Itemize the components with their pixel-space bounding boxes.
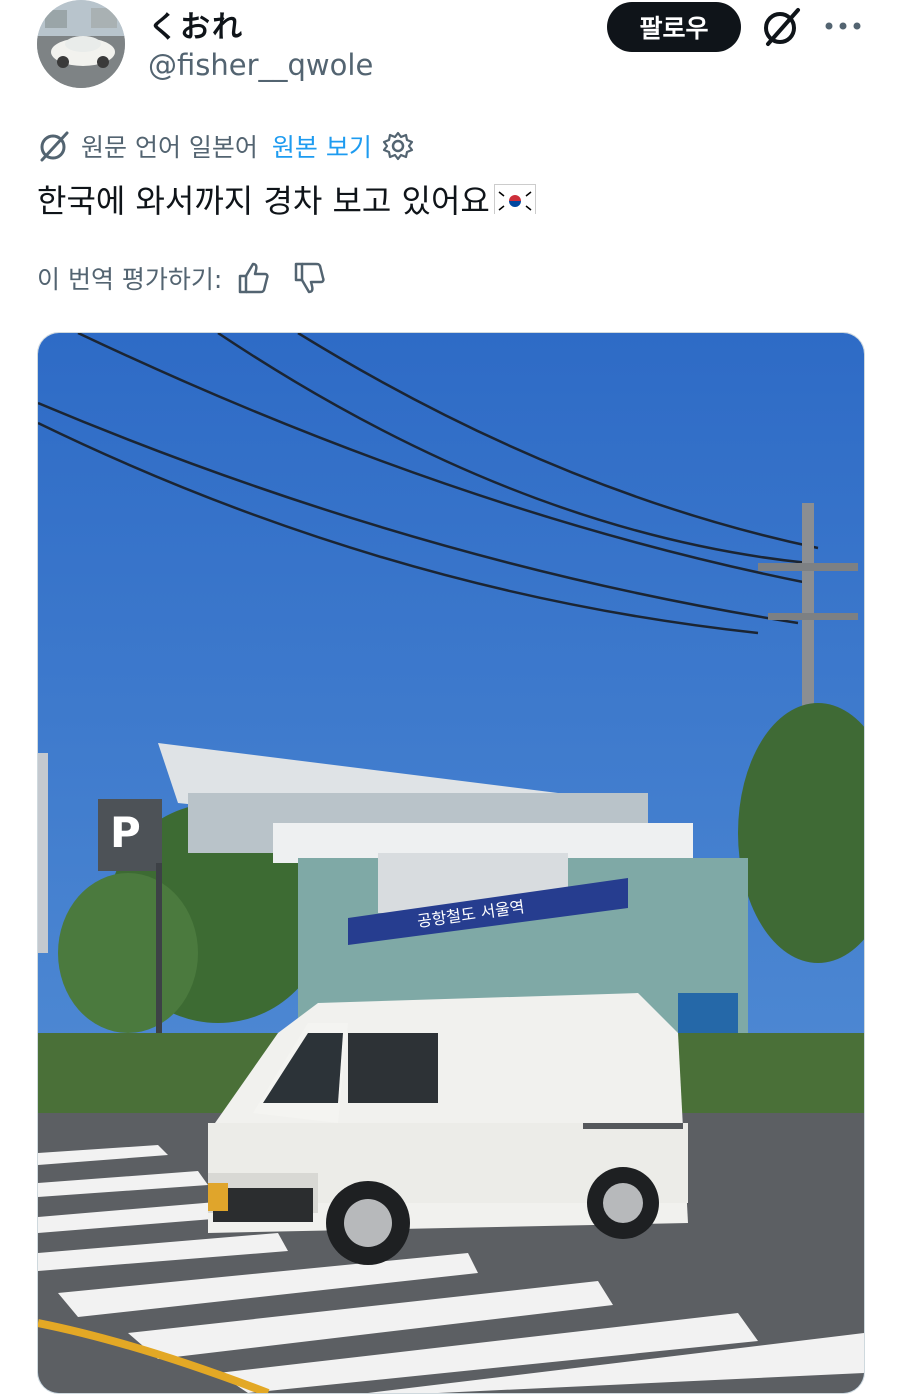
grok-icon[interactable] [760,4,804,48]
parking-sign-letter: P [110,808,141,857]
more-dots-icon[interactable] [818,4,868,48]
street-photo: 공항철도 서울역 P [38,333,864,1393]
avatar[interactable] [37,0,125,88]
avatar-image [37,0,125,88]
korea-flag-icon [493,184,536,215]
user-handle[interactable]: @fisher__qwole [148,48,373,82]
view-original-link[interactable]: 원본 보기 [272,128,372,164]
tweet-body: 한국에 와서까지 경차 보고 있어요 [37,182,490,220]
rate-translation: 이 번역 평가하기: [37,256,328,300]
rate-label: 이 번역 평가하기: [37,265,223,294]
translation-info: 원문 언어 일본어 원본 보기 [37,126,414,166]
tweet-text: 한국에 와서까지 경차 보고 있어요 [37,176,536,222]
thumbs-up-icon[interactable] [236,260,272,296]
source-language-label: 원문 언어 일본어 [81,133,258,162]
translate-icon [37,129,71,163]
follow-button[interactable]: 팔로우 [607,2,741,52]
gear-icon[interactable] [382,130,414,162]
thumbs-down-icon[interactable] [292,260,328,296]
tweet-media-image[interactable]: 공항철도 서울역 P [37,332,865,1394]
tweet-header: くおれ @fisher__qwole 팔로우 [0,0,900,110]
white-van [208,993,688,1265]
display-name[interactable]: くおれ [148,2,244,46]
